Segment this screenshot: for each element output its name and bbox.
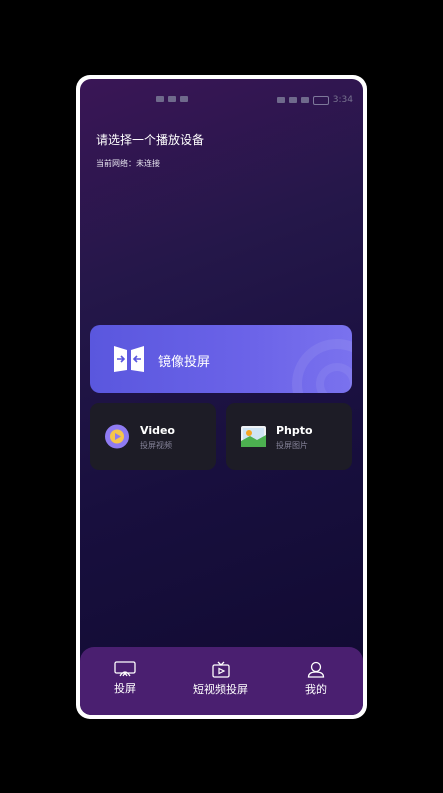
alarm-icon (288, 97, 297, 103)
mirror-cast-button[interactable]: 镜像投屏 (90, 325, 352, 393)
tab-cast[interactable]: 投屏 (114, 661, 136, 696)
network-status: 当前网络：未连接 (96, 159, 160, 168)
wifi-icon (180, 96, 188, 102)
photo-cast-card[interactable]: Phpto 投屏图片 (226, 403, 352, 470)
app-screen: 3:34 请选择一个播放设备 当前网络：未连接 镜像投屏 Video 投屏视频 (80, 79, 363, 715)
status-bar: 3:34 (80, 93, 363, 109)
signal-icon (168, 96, 176, 102)
eye-icon (276, 97, 285, 103)
user-icon (307, 661, 325, 678)
cast-icon (114, 661, 136, 677)
vibrate-icon (300, 97, 309, 103)
tab-mine[interactable]: 我的 (305, 661, 327, 697)
tab-cast-label: 投屏 (114, 682, 136, 695)
tab-short-video[interactable]: 短视频投屏 (193, 661, 248, 697)
mirror-icon (114, 346, 144, 372)
video-card-subtitle: 投屏视频 (140, 441, 172, 450)
short-video-icon (211, 661, 230, 678)
bottom-tab-bar: 投屏 短视频投屏 我的 (80, 647, 363, 715)
tab-mine-label: 我的 (305, 683, 327, 696)
image-icon (241, 426, 266, 447)
battery-icon (312, 95, 329, 105)
play-icon (105, 424, 129, 449)
tab-short-video-label: 短视频投屏 (193, 683, 248, 696)
status-left (156, 96, 188, 102)
photo-card-title: Phpto (276, 424, 313, 437)
page-title: 请选择一个播放设备 (96, 133, 205, 147)
video-cast-card[interactable]: Video 投屏视频 (90, 403, 216, 470)
phone-frame: 3:34 请选择一个播放设备 当前网络：未连接 镜像投屏 Video 投屏视频 (76, 75, 367, 719)
status-time: 3:34 (332, 95, 353, 105)
sim-icon (156, 96, 164, 102)
status-right: 3:34 (276, 95, 353, 105)
video-card-title: Video (140, 424, 175, 437)
photo-card-subtitle: 投屏图片 (276, 441, 308, 450)
mirror-cast-label: 镜像投屏 (158, 355, 211, 370)
